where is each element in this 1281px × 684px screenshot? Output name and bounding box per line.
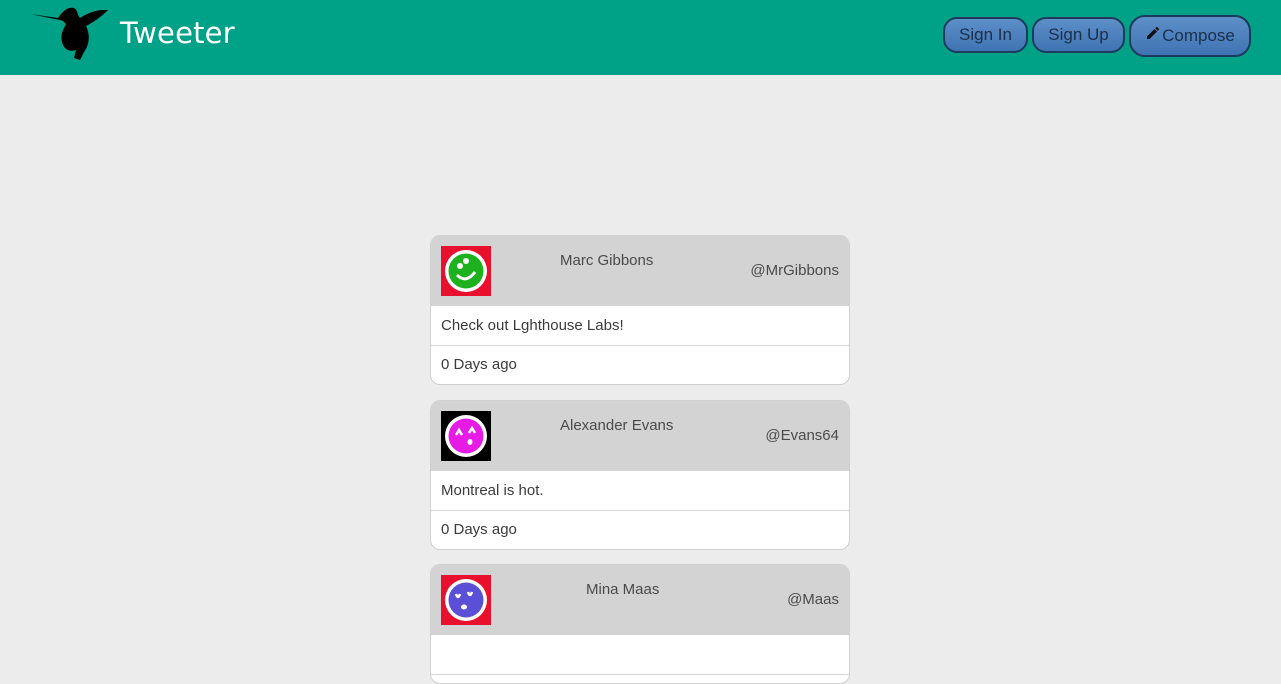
tweet-author-handle: @Maas xyxy=(787,591,839,608)
tweet-author-name: Alexander Evans xyxy=(560,417,674,434)
pencil-icon xyxy=(1147,26,1160,39)
tweet-author-handle: @Evans64 xyxy=(765,427,839,444)
tweet-author-name: Mina Maas xyxy=(586,581,660,598)
tweet-author-handle: @MrGibbons xyxy=(750,262,839,279)
hummingbird-icon[interactable] xyxy=(30,4,110,62)
tweet-content: Check out Lghthouse Labs! xyxy=(431,306,849,346)
avatar xyxy=(441,246,491,296)
tweet-author-name: Marc Gibbons xyxy=(560,252,654,269)
tweet-card: Mina Maas @Maas xyxy=(430,564,850,684)
avatar xyxy=(441,575,491,625)
tweet-header: Mina Maas @Maas xyxy=(431,565,849,635)
top-nav: Tweeter Sign In Sign Up Compose xyxy=(0,0,1281,75)
sign-up-button[interactable]: Sign Up xyxy=(1032,17,1125,53)
brand-title[interactable]: Tweeter xyxy=(120,16,235,50)
tweet-content: Montreal is hot. xyxy=(431,471,849,511)
tweet-timestamp xyxy=(431,675,849,683)
tweet-header: Alexander Evans @Evans64 xyxy=(431,401,849,471)
compose-label: Compose xyxy=(1162,26,1235,45)
tweet-timestamp: 0 Days ago xyxy=(441,521,517,538)
avatar xyxy=(441,411,491,461)
tweet-timestamp: 0 Days ago xyxy=(441,356,517,373)
tweet-card: Alexander Evans @Evans64 Montreal is hot… xyxy=(430,400,850,550)
sign-in-button[interactable]: Sign In xyxy=(943,17,1028,53)
tweet-card: Marc Gibbons @MrGibbons Check out Lghtho… xyxy=(430,235,850,385)
tweet-header: Marc Gibbons @MrGibbons xyxy=(431,236,849,306)
tweet-content xyxy=(431,635,849,675)
compose-button[interactable]: Compose xyxy=(1129,15,1251,57)
